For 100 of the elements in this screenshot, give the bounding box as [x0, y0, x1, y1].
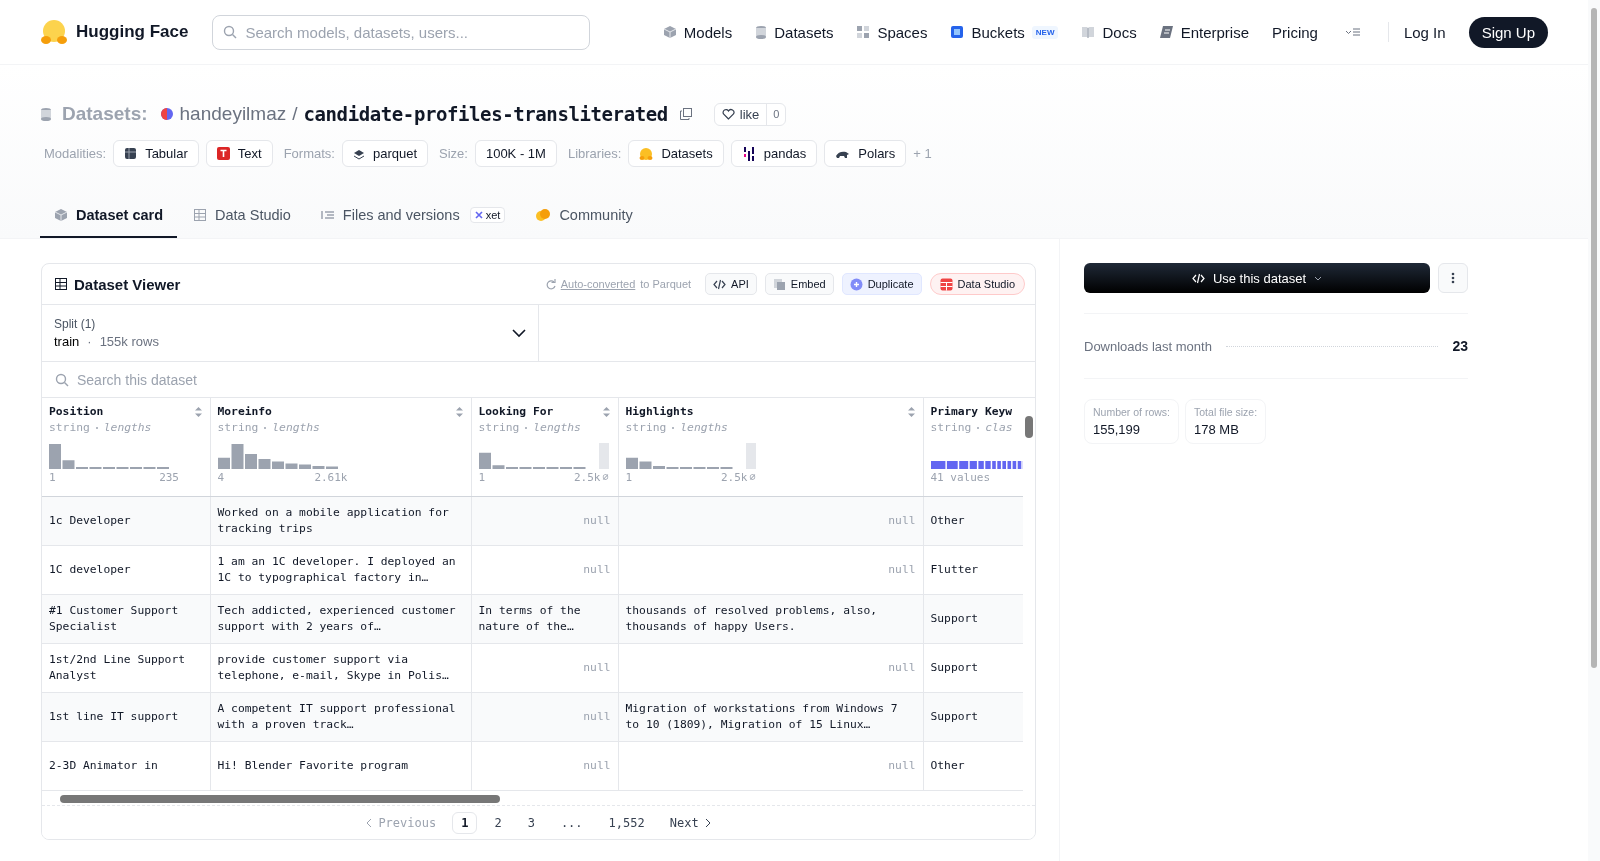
- tab[interactable]: Dataset card: [40, 193, 178, 238]
- column-name: Looking For: [478, 405, 554, 418]
- split-name: train: [54, 334, 80, 349]
- column-name: Position: [49, 405, 104, 418]
- page-link[interactable]: 1,552: [599, 811, 654, 834]
- nav-link[interactable]: Datasets: [755, 23, 834, 41]
- histogram-drawing[interactable]: [478, 443, 609, 469]
- histogram-drawing[interactable]: [625, 443, 756, 469]
- table-cell: Support: [930, 660, 979, 674]
- table-cell: provide customer support via telephone, e-mail, Skype in Polis…: [217, 652, 449, 682]
- table-cell: 1C developer: [49, 562, 131, 576]
- null-value: null: [888, 513, 916, 527]
- cube-icon: [54, 207, 68, 222]
- tag-chip[interactable]: Tabular: [113, 140, 199, 167]
- range-min: 1: [49, 471, 56, 484]
- action-button[interactable]: Embed: [764, 273, 834, 295]
- sort-icon: [454, 405, 464, 418]
- enterprise-icon: [1159, 25, 1174, 39]
- copy-button[interactable]: [677, 106, 694, 122]
- signup-button[interactable]: Sign Up: [1468, 16, 1548, 48]
- page-link[interactable]: 3: [518, 811, 544, 834]
- repo-name[interactable]: candidate-profiles-transliterated: [303, 103, 668, 125]
- tag-chip[interactable]: 100K - 1M: [474, 140, 557, 167]
- page-scrollbar[interactable]: [1588, 0, 1600, 861]
- path-separator: /: [292, 103, 298, 125]
- search-field[interactable]: Search this dataset: [42, 362, 1035, 398]
- chevron-down-icon: [512, 328, 526, 338]
- table-cell: 1st/2nd Line Support Analyst: [49, 652, 186, 682]
- column-type: string: [478, 421, 528, 434]
- stat-label: Number of rows:: [1093, 406, 1171, 418]
- separator-dot: ·: [87, 334, 92, 349]
- null-marker: ⌀: [749, 471, 756, 484]
- range-min: 1: [478, 471, 486, 484]
- chevron-right-icon: [704, 817, 711, 828]
- null-value: null: [583, 709, 611, 723]
- range-max: 2.5k: [720, 471, 748, 484]
- table-cell: 1 am an 1C developer. I deployed an 1C to typographical factory in…: [217, 554, 456, 584]
- menu-icon: [1344, 27, 1361, 37]
- null-value: null: [583, 513, 611, 527]
- table-icon: [193, 207, 208, 222]
- page-link[interactable]: ...: [551, 811, 592, 834]
- kebab-icon: [1451, 272, 1455, 284]
- like-button[interactable]: like: [714, 103, 767, 125]
- emoji-logo-icon: [40, 18, 68, 46]
- nav-link[interactable]: Buckets NEW: [950, 23, 1059, 41]
- action-button[interactable]: API: [705, 273, 757, 295]
- table-cell: #1 Customer Support Specialist: [49, 603, 179, 633]
- database-icon: [40, 107, 52, 121]
- nav-link[interactable]: Pricing: [1272, 23, 1318, 41]
- row-count: 155k rows: [99, 334, 159, 349]
- tag-group-label: Size:: [439, 146, 468, 161]
- table-cell: 1st line IT support: [49, 709, 179, 723]
- sort-icon: [601, 405, 611, 418]
- login-link[interactable]: Log In: [1403, 23, 1446, 41]
- table-icon: [124, 147, 138, 160]
- viewer-title: Dataset Viewer: [74, 275, 181, 293]
- nav-link[interactable]: Models: [662, 23, 733, 41]
- use-dataset-button[interactable]: Use this dataset: [1084, 263, 1430, 293]
- search-field[interactable]: Search models, datasets, users...: [212, 14, 591, 50]
- more-options-button[interactable]: [1438, 263, 1468, 293]
- tag-chip[interactable]: pandas: [730, 140, 818, 167]
- page-link[interactable]: 2: [485, 811, 511, 834]
- tab[interactable]: Community: [521, 193, 647, 238]
- nav-link[interactable]: Spaces: [856, 23, 928, 41]
- logo-link[interactable]: Hugging Face: [40, 18, 189, 46]
- table-cell: In terms of the nature of the…: [478, 603, 581, 633]
- column-stat: lengths: [533, 421, 581, 434]
- tag-group-label: Modalities:: [44, 146, 107, 161]
- table-cell: Other: [930, 513, 965, 527]
- xet-badge: xet: [469, 206, 506, 223]
- split-label: Split (1): [54, 317, 97, 331]
- column-name: Highlights: [625, 405, 694, 418]
- column-name: Moreinfo: [217, 405, 272, 418]
- table-cell: Migration of workstations from Windows 7 to 10 (1809), Migration of 15 Linux…: [625, 701, 898, 731]
- sort-icon: [906, 405, 916, 418]
- range-min: 4: [217, 471, 225, 484]
- page-link[interactable]: 1: [452, 811, 478, 834]
- column-type: string: [49, 421, 98, 434]
- action-button[interactable]: Duplicate: [841, 273, 922, 295]
- tab[interactable]: Data Studio: [179, 193, 305, 238]
- avatar-icon: [159, 107, 174, 121]
- tag-chip[interactable]: Polars: [824, 140, 907, 167]
- nav-link[interactable]: Docs: [1081, 23, 1137, 41]
- range-max: 235: [159, 471, 179, 484]
- column-stat: lengths: [272, 421, 320, 434]
- tag-chip[interactable]: Datasets: [628, 140, 724, 167]
- nav-link[interactable]: Enterprise: [1159, 23, 1250, 41]
- text-icon: [216, 147, 230, 160]
- owner-link[interactable]: handeyilmaz: [179, 103, 287, 125]
- cube-icon: [662, 25, 677, 39]
- sort-icon: [193, 405, 203, 418]
- action-button[interactable]: Data Studio: [929, 273, 1025, 295]
- column-type: string: [930, 421, 980, 434]
- table-cell: 2-3D Animator in: [49, 758, 158, 772]
- next-page-link[interactable]: Next: [661, 815, 719, 830]
- tag-chip[interactable]: Text: [205, 140, 273, 167]
- tab[interactable]: Files and versions xet: [306, 193, 520, 238]
- community-icon: [535, 207, 552, 222]
- tag-chip[interactable]: parquet: [341, 140, 428, 167]
- table-cell: 1c Developer: [49, 513, 131, 527]
